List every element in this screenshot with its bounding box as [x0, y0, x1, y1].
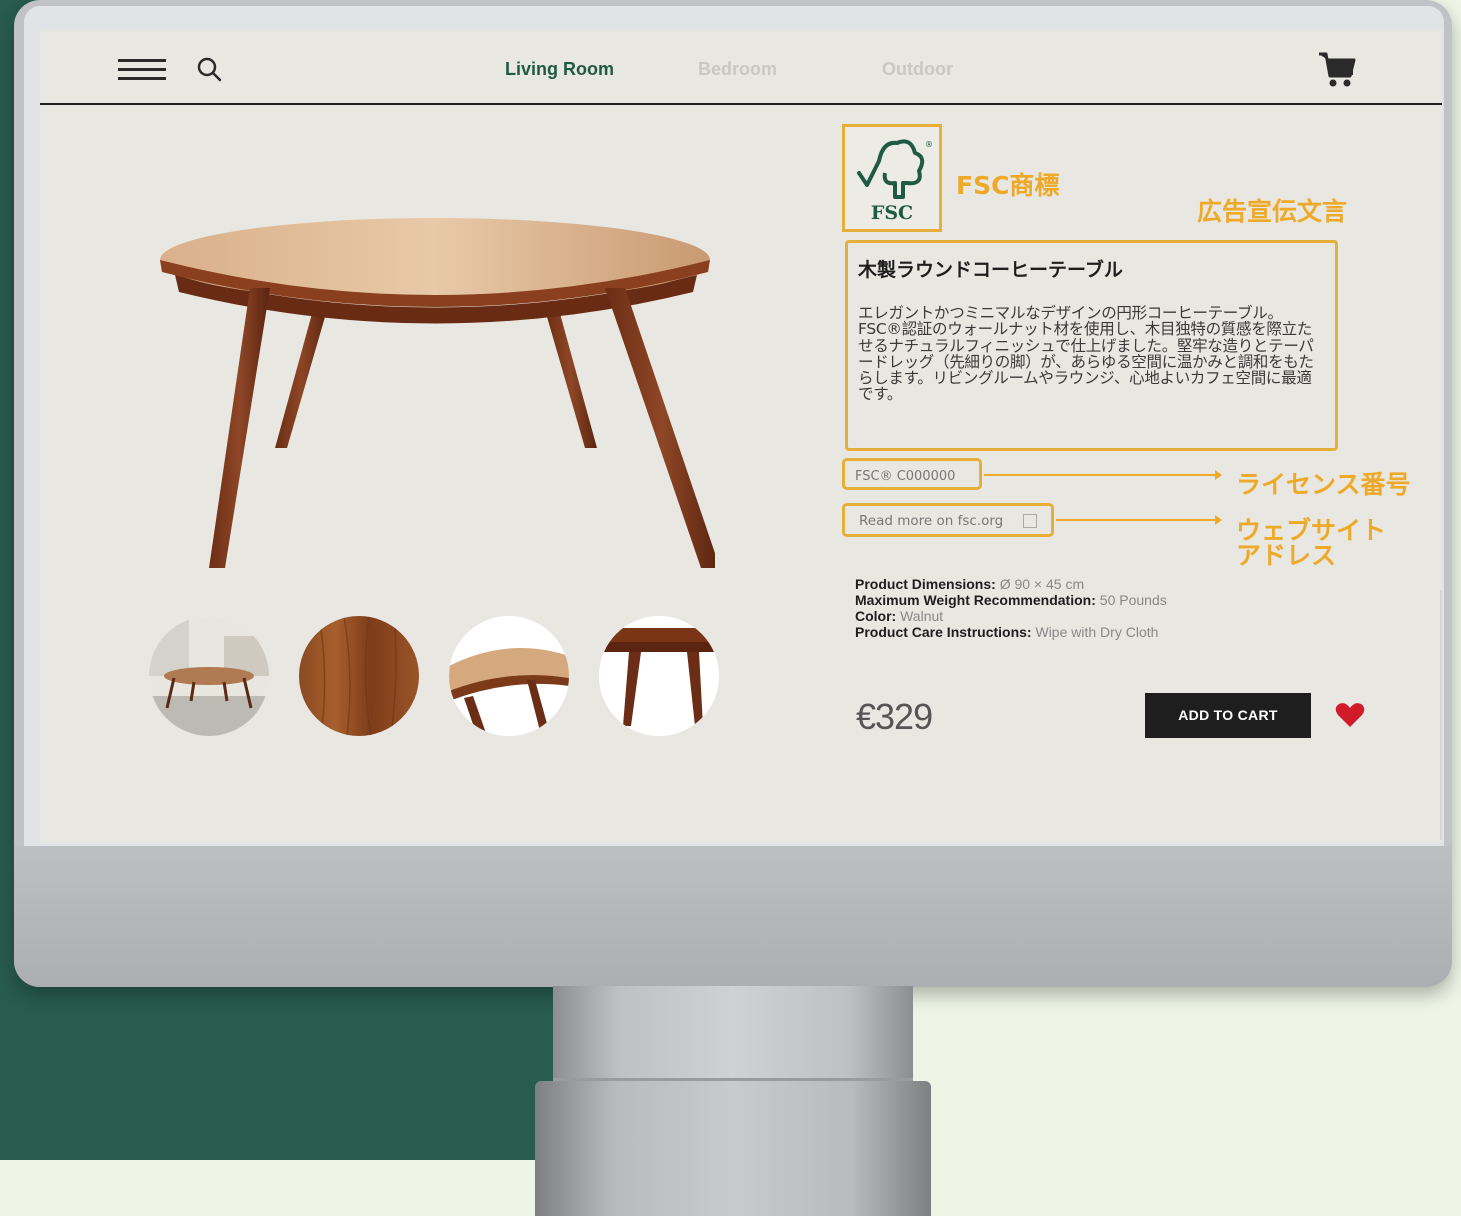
annotation-license-number: ライセンス番号	[1236, 470, 1411, 499]
spec-row: Maximum Weight Recommendation: 50 Pounds	[855, 592, 1167, 608]
monitor-stand-neck	[553, 986, 913, 1081]
thumbnail-tabletop-detail[interactable]	[449, 616, 569, 736]
spec-row: Color: Walnut	[855, 608, 944, 624]
heart-icon[interactable]	[1335, 701, 1365, 729]
tab-living-room[interactable]: Living Room	[505, 59, 614, 80]
external-link-icon	[1023, 514, 1037, 528]
scrollbar[interactable]	[1440, 590, 1442, 840]
annotation-arrow-website	[1056, 515, 1222, 525]
add-to-cart-button[interactable]: ADD TO CART	[1145, 693, 1311, 738]
annotation-ad-copy: 広告宣伝文言	[1197, 197, 1348, 226]
thumbnail-leg-detail[interactable]	[599, 616, 719, 736]
product-description-box: 木製ラウンドコーヒーテーブル エレガントかつミニマルなデザインの円形コーヒーテー…	[845, 240, 1338, 451]
svg-text:®: ®	[925, 140, 933, 149]
fsc-trademark-logo: FSC ®	[842, 124, 942, 232]
spec-row: Product Care Instructions: Wipe with Dry…	[855, 624, 1159, 640]
fsc-website-link-label: Read more on fsc.org	[859, 513, 1004, 529]
fsc-license-code: FSC® C000000	[842, 458, 982, 490]
website-screen: Living Room Bedroom Outdoor FSC ® FSC商標 …	[40, 30, 1442, 842]
product-description: エレガントかつミニマルなデザインの円形コーヒーテーブル。FSC®認証のウォールナ…	[858, 304, 1314, 404]
product-specs: Product Dimensions: Ø 90 × 45 cm Maximum…	[855, 576, 1167, 640]
menu-icon[interactable]	[118, 59, 166, 81]
product-price: €329	[856, 696, 933, 737]
svg-text:FSC: FSC	[871, 202, 913, 224]
fsc-tree-icon: FSC ®	[857, 139, 933, 224]
search-icon[interactable]	[196, 56, 224, 84]
tab-outdoor[interactable]: Outdoor	[882, 59, 953, 80]
top-navigation: Living Room Bedroom Outdoor	[40, 30, 1442, 105]
annotation-website-line2: アドレス	[1236, 541, 1337, 570]
annotation-arrow-license	[984, 470, 1222, 480]
spec-row: Product Dimensions: Ø 90 × 45 cm	[855, 576, 1085, 592]
annotation-website-line1: ウェブサイト	[1236, 516, 1387, 545]
fsc-website-link[interactable]: Read more on fsc.org	[842, 503, 1054, 537]
product-main-image	[145, 180, 720, 570]
cart-icon[interactable]	[1317, 48, 1357, 90]
annotation-fsc-trademark: FSC商標	[956, 171, 1060, 200]
monitor-stand-foot	[535, 1081, 931, 1216]
thumbnail-room-view[interactable]	[149, 616, 269, 736]
tab-bedroom[interactable]: Bedroom	[698, 59, 777, 80]
product-title: 木製ラウンドコーヒーテーブル	[858, 259, 1123, 281]
monitor-chin	[14, 846, 1452, 987]
thumbnail-wood-grain[interactable]	[299, 616, 419, 736]
